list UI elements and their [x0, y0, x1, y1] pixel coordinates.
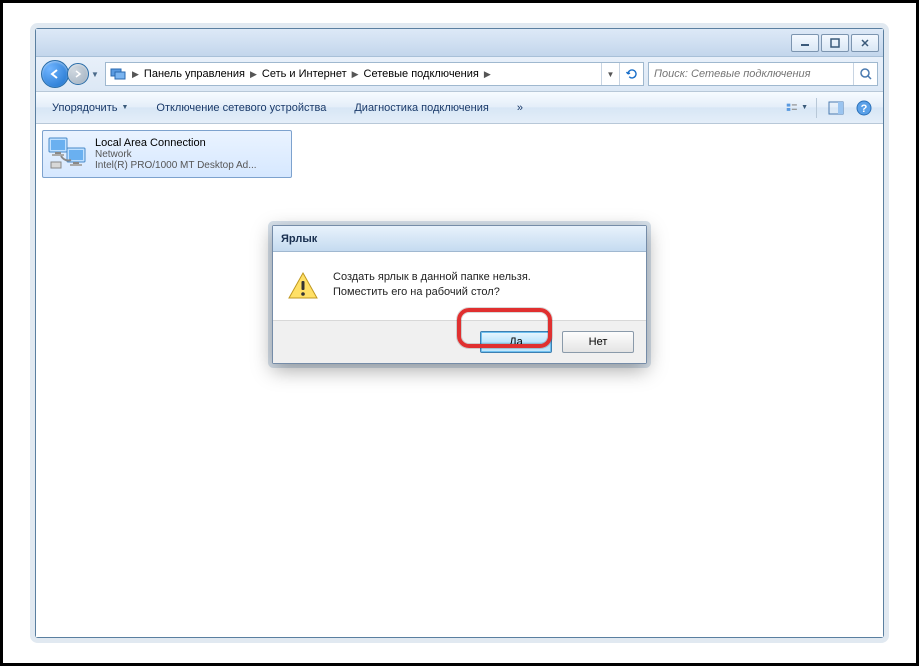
nav-back-button[interactable] — [41, 60, 69, 88]
search-input[interactable] — [649, 68, 853, 80]
chevron-right-icon: ▶ — [482, 69, 493, 80]
connection-adapter: Intel(R) PRO/1000 MT Desktop Ad... — [95, 160, 287, 171]
network-connection-icon — [47, 134, 89, 174]
help-icon: ? — [856, 100, 872, 116]
arrow-right-icon — [73, 69, 83, 79]
dialog-title: Ярлык — [273, 226, 646, 252]
chevron-right-icon: ▶ — [350, 69, 361, 80]
view-options-button[interactable]: ▼ — [786, 97, 808, 119]
breadcrumb-item[interactable]: Сеть и Интернет — [259, 63, 350, 85]
dialog-body: Создать ярлык в данной папке нельзя. Пом… — [273, 252, 646, 320]
network-connection-item[interactable]: Local Area Connection Network Intel(R) P… — [42, 130, 292, 178]
network-folder-icon — [110, 66, 126, 82]
yes-button[interactable]: Да — [480, 331, 552, 353]
disable-device-button[interactable]: Отключение сетевого устройства — [148, 98, 334, 118]
nav-history-dropdown[interactable]: ▼ — [89, 70, 101, 79]
separator — [816, 98, 817, 118]
titlebar — [36, 29, 883, 57]
view-icon — [786, 101, 799, 115]
arrow-left-icon — [48, 67, 62, 81]
search-button[interactable] — [853, 63, 877, 85]
connection-text: Local Area Connection Network Intel(R) P… — [95, 137, 287, 171]
search-icon — [859, 67, 873, 81]
close-icon — [860, 38, 870, 48]
minimize-button[interactable] — [791, 34, 819, 52]
breadcrumb-item[interactable]: Панель управления — [141, 63, 248, 85]
minimize-icon — [800, 38, 810, 48]
nav-forward-button[interactable] — [67, 63, 89, 85]
chevron-right-icon: ▶ — [248, 69, 259, 80]
help-button[interactable]: ? — [853, 97, 875, 119]
organize-label: Упорядочить — [52, 102, 117, 114]
organize-menu[interactable]: Упорядочить ▼ — [44, 98, 136, 118]
svg-text:?: ? — [861, 103, 868, 115]
connection-name: Local Area Connection — [95, 137, 287, 149]
no-button[interactable]: Нет — [562, 331, 634, 353]
chevron-right-double-icon: » — [517, 102, 521, 114]
navbar: ▼ ▶ Панель управления ▶ Сеть и Интернет … — [36, 57, 883, 92]
warning-icon — [287, 270, 319, 302]
dialog-line2: Поместить его на рабочий стол? — [333, 285, 531, 300]
diagnose-button[interactable]: Диагностика подключения — [346, 98, 496, 118]
address-dropdown[interactable]: ▼ — [601, 63, 619, 85]
chevron-down-icon: ▼ — [801, 104, 808, 111]
connection-status: Network — [95, 149, 287, 160]
toolbar-overflow[interactable]: » — [509, 98, 529, 118]
chevron-down-icon: ▼ — [121, 104, 128, 111]
address-bar[interactable]: ▶ Панель управления ▶ Сеть и Интернет ▶ … — [105, 62, 644, 86]
refresh-icon — [625, 67, 639, 81]
refresh-button[interactable] — [619, 63, 643, 85]
shortcut-dialog: Ярлык Создать ярлык в данной папке нельз… — [272, 225, 647, 364]
toolbar: Упорядочить ▼ Отключение сетевого устрой… — [36, 92, 883, 124]
search-box[interactable] — [648, 62, 878, 86]
preview-pane-button[interactable] — [825, 97, 847, 119]
preview-pane-icon — [828, 101, 844, 115]
dialog-buttons: Да Нет — [273, 320, 646, 363]
breadcrumb-item[interactable]: Сетевые подключения — [361, 63, 482, 85]
chevron-right-icon: ▶ — [130, 69, 141, 80]
maximize-icon — [830, 38, 840, 48]
content-area: Local Area Connection Network Intel(R) P… — [36, 124, 883, 637]
maximize-button[interactable] — [821, 34, 849, 52]
dialog-line1: Создать ярлык в данной папке нельзя. — [333, 270, 531, 285]
close-button[interactable] — [851, 34, 879, 52]
